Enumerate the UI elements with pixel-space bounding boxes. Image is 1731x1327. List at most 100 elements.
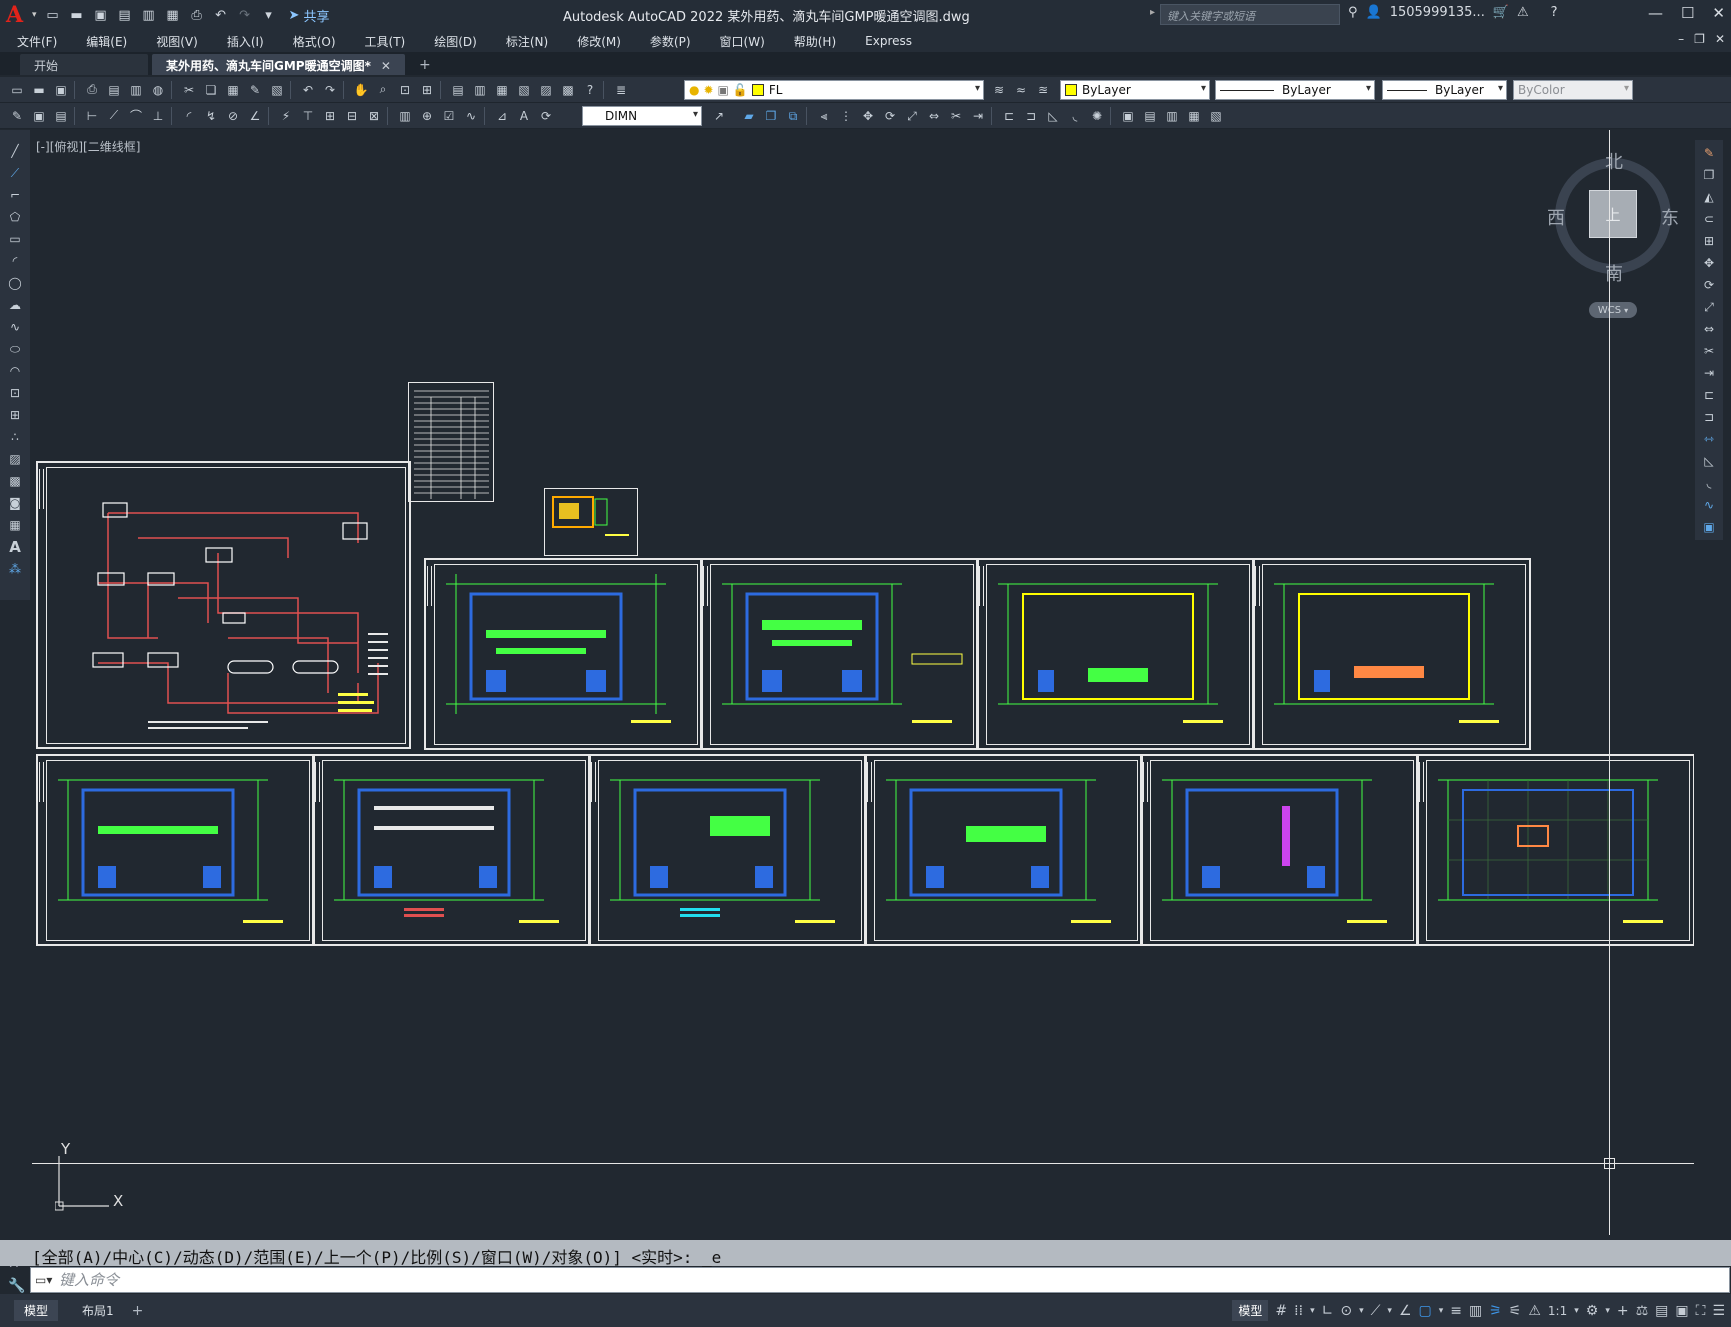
command-customize-icon[interactable]: 🔧 bbox=[8, 1278, 25, 1294]
make-block-icon[interactable]: ⊞ bbox=[6, 406, 24, 424]
menu-draw[interactable]: 绘图(D) bbox=[417, 33, 489, 50]
doc-close-icon[interactable]: ✕ bbox=[1715, 32, 1725, 46]
quick-properties-icon[interactable]: ▤ bbox=[1655, 1303, 1668, 1319]
dimstyle-manager-icon[interactable]: ↗ bbox=[710, 107, 728, 125]
dim-update-icon[interactable]: ⟳ bbox=[537, 107, 555, 125]
stretch-icon-2[interactable]: ⇔ bbox=[1700, 320, 1718, 338]
drawing-sheet-floor-plan[interactable] bbox=[312, 754, 591, 946]
explode-icon[interactable]: ✺ bbox=[1088, 107, 1106, 125]
menu-file[interactable]: 文件(F) bbox=[0, 33, 69, 50]
chamfer-icon-2[interactable]: ◺ bbox=[1700, 452, 1718, 470]
ellipse-arc-icon[interactable]: ◠ bbox=[6, 362, 24, 380]
extend-icon-2[interactable]: ⇥ bbox=[1700, 364, 1718, 382]
layer-vp-freeze-icon[interactable]: ▣ bbox=[718, 83, 729, 97]
undo-icon-2[interactable]: ↶ bbox=[299, 81, 317, 99]
zoom-window-icon[interactable]: ⊡ bbox=[396, 81, 414, 99]
compass-north[interactable]: 北 bbox=[1605, 148, 1623, 174]
drawing-sheet-floor-plan[interactable] bbox=[864, 754, 1143, 946]
drawing-sheet-floor-plan[interactable] bbox=[424, 558, 703, 750]
quick-dim-icon[interactable]: ⚡ bbox=[277, 107, 295, 125]
drawing-sheet-equipment-table[interactable] bbox=[408, 382, 494, 502]
scale-icon-2[interactable]: ⤢ bbox=[1700, 298, 1718, 316]
jogged-linear-icon[interactable]: ∿ bbox=[462, 107, 480, 125]
explode-icon-2[interactable]: ▣ bbox=[1700, 518, 1718, 536]
drawing-sheet-floor-plan[interactable] bbox=[1140, 754, 1419, 946]
new-file-icon[interactable]: ▭ bbox=[43, 5, 63, 25]
annotation-scale-value[interactable]: 1:1 bbox=[1548, 1304, 1567, 1318]
linear-dim-icon[interactable]: ⊢ bbox=[83, 107, 101, 125]
trim-icon[interactable]: ✂ bbox=[947, 107, 965, 125]
object-snap-icon[interactable]: ▢ bbox=[1419, 1303, 1432, 1319]
drawing-sheet-schematic[interactable] bbox=[36, 461, 411, 749]
block-editor-icon[interactable]: ▧ bbox=[268, 81, 286, 99]
plot-preview-icon[interactable]: ▤ bbox=[105, 81, 123, 99]
erase-icon-2[interactable]: ✎ bbox=[1700, 144, 1718, 162]
drawing-sheet-floor-plan[interactable] bbox=[700, 558, 979, 750]
properties-icon[interactable]: ▤ bbox=[449, 81, 467, 99]
arc-icon[interactable]: ◜ bbox=[6, 252, 24, 270]
gradient-icon[interactable]: ▩ bbox=[6, 472, 24, 490]
insert-block-icon[interactable]: ▧ bbox=[1207, 107, 1225, 125]
lineweight-dropdown[interactable]: ByLayer ▾ bbox=[1382, 80, 1507, 100]
array-icon-2[interactable]: ⊞ bbox=[1700, 232, 1718, 250]
circle-icon[interactable]: ◯ bbox=[6, 274, 24, 292]
dimstyle-dropdown[interactable]: DIMN ▾ bbox=[582, 106, 702, 126]
plotstyle-dropdown[interactable]: ByColor ▾ bbox=[1513, 80, 1633, 100]
plot-icon-2[interactable]: ⎙ bbox=[83, 81, 101, 99]
lineweight-icon[interactable]: ≡ bbox=[1450, 1303, 1462, 1319]
tool-palettes-icon[interactable]: ▦ bbox=[493, 81, 511, 99]
open-icon[interactable]: ▬ bbox=[30, 81, 48, 99]
layer-properties-icon[interactable]: ≣ bbox=[612, 81, 630, 99]
fillet-icon[interactable]: ◟ bbox=[1066, 107, 1084, 125]
center-mark-icon[interactable]: ⊕ bbox=[418, 107, 436, 125]
chevron-down-icon[interactable]: ▾ bbox=[1310, 1306, 1315, 1316]
diameter-dim-icon[interactable]: ⊘ bbox=[224, 107, 242, 125]
polyline-icon[interactable]: ⌐ bbox=[6, 186, 24, 204]
hardware-acceleration-icon[interactable]: ▣ bbox=[1675, 1303, 1688, 1319]
cut-icon[interactable]: ✂ bbox=[180, 81, 198, 99]
ellipse-icon[interactable]: ⬭ bbox=[6, 340, 24, 358]
layer-on-icon[interactable]: ● bbox=[689, 83, 699, 97]
zoom-previous-icon[interactable]: ⊞ bbox=[418, 81, 436, 99]
add-layout-plus-icon[interactable]: + bbox=[132, 1303, 144, 1319]
make-current-layer-icon[interactable]: ≋ bbox=[990, 81, 1008, 99]
edit-text-icon[interactable]: ✎ bbox=[8, 107, 26, 125]
ordinate-dim-icon[interactable]: ⊥ bbox=[149, 107, 167, 125]
share-button[interactable]: ➤ 共享 bbox=[289, 6, 330, 25]
annotation-scale-icon[interactable]: ⚠ bbox=[1528, 1303, 1541, 1319]
autocad-logo-icon[interactable]: A bbox=[6, 2, 32, 28]
drawing-sheet-floor-plan[interactable] bbox=[36, 754, 315, 946]
break-at-point-icon[interactable]: ⊏ bbox=[1700, 386, 1718, 404]
dim-text-edit-icon[interactable]: A bbox=[515, 107, 533, 125]
rotate-icon-2[interactable]: ⟳ bbox=[1700, 276, 1718, 294]
chevron-down-icon[interactable]: ▾ bbox=[1439, 1306, 1444, 1316]
help-icon[interactable]: ? bbox=[1551, 5, 1558, 20]
ucs-icon[interactable]: Y X bbox=[54, 1140, 135, 1212]
save-as-icon[interactable]: ▤ bbox=[115, 5, 135, 25]
move-icon[interactable]: ✥ bbox=[859, 107, 877, 125]
chevron-down-icon[interactable]: ▾ bbox=[1359, 1306, 1364, 1316]
construction-line-icon[interactable]: ⟋ bbox=[6, 164, 24, 182]
search-expand-icon[interactable]: ▸ bbox=[1150, 7, 1155, 18]
copy-object-icon[interactable]: ❐ bbox=[762, 107, 780, 125]
layer-freeze-icon[interactable]: ✹ bbox=[703, 83, 713, 97]
tab-model[interactable]: 模型 bbox=[14, 1300, 59, 1321]
continue-dim-icon[interactable]: ⊞ bbox=[321, 107, 339, 125]
command-input[interactable] bbox=[59, 1271, 659, 1289]
close-icon[interactable]: ✕ bbox=[1712, 4, 1725, 22]
linetype-dropdown[interactable]: ByLayer ▾ bbox=[1215, 80, 1375, 100]
drawing-sheet-floor-plan[interactable] bbox=[1252, 558, 1531, 750]
multiline-text-icon[interactable]: A bbox=[6, 538, 24, 556]
copy-icon-2[interactable]: ❐ bbox=[1700, 166, 1718, 184]
baseline-dim-icon[interactable]: ⊤ bbox=[299, 107, 317, 125]
region-icon[interactable]: ◙ bbox=[6, 494, 24, 512]
revision-cloud-icon[interactable]: ☁ bbox=[6, 296, 24, 314]
drawing-sheet-floor-plan[interactable] bbox=[588, 754, 867, 946]
wcs-menu[interactable]: WCS▾ bbox=[1589, 302, 1637, 318]
layer-previous-icon[interactable]: ≈ bbox=[1012, 81, 1030, 99]
drawing-sheet-floor-plan[interactable] bbox=[1416, 754, 1694, 946]
drawing-sheet-floor-plan[interactable] bbox=[976, 558, 1255, 750]
ungroup-icon[interactable]: ▥ bbox=[1163, 107, 1181, 125]
scale-icon[interactable]: ⤢ bbox=[903, 107, 921, 125]
user-name[interactable]: 1505999135... bbox=[1390, 5, 1485, 20]
